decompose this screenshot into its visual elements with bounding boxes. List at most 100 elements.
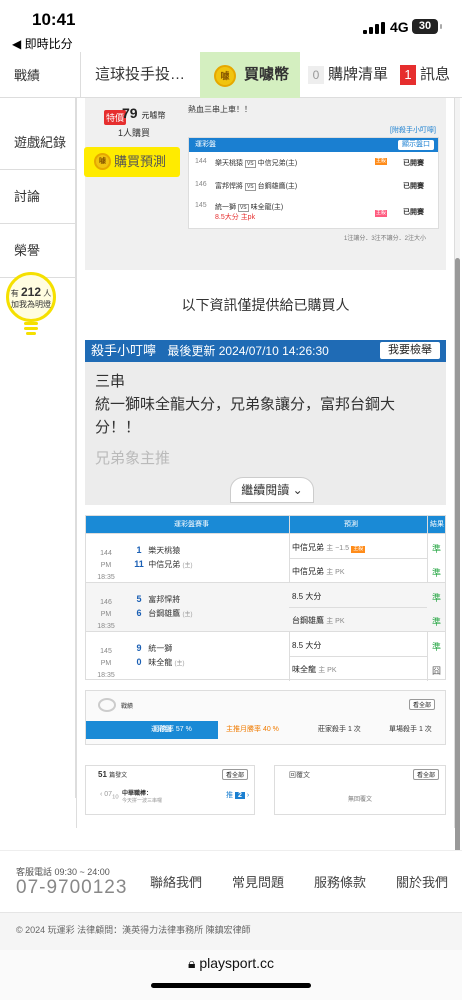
divider xyxy=(289,656,427,657)
team-name: 統一獅 xyxy=(148,644,173,653)
buyer-count: 1人購買 xyxy=(118,128,151,138)
home-month-win-rate: 主推月勝率 40 % xyxy=(226,726,279,733)
footer-link-faq[interactable]: 常見問題 xyxy=(232,872,284,891)
updated-label: 最後更新 xyxy=(167,344,216,358)
home-tag: (主) xyxy=(182,612,193,618)
prediction-line: 主 −1.5 xyxy=(326,545,349,552)
tab-pitcher[interactable]: 這球投手投… xyxy=(80,52,200,98)
post-day: 10 xyxy=(112,794,119,801)
record-view-all-button[interactable]: 看全部 xyxy=(408,699,435,710)
report-button[interactable]: 我要檢舉 xyxy=(380,342,440,359)
back-to-app-link[interactable]: ◀ 即時比分 xyxy=(12,35,73,52)
tab-messages[interactable]: 1 訊息 xyxy=(392,52,462,98)
team-name: 台鋼雄鷹 xyxy=(148,609,181,618)
away-team: 富邦悍將 xyxy=(215,183,243,190)
price-value: 79 xyxy=(122,105,138,121)
game-no: 144 xyxy=(195,158,207,165)
site-url: playsport.cc xyxy=(199,955,275,971)
prediction: 8.5 大分 xyxy=(292,640,321,651)
coin-icon: 噱 xyxy=(94,153,111,170)
buy-prediction-button[interactable]: 噱 購買預測 xyxy=(84,147,180,177)
record-stats-bar: 運彩盤 月勝率 57 % 主推月勝率 40 % 莊家殺手 1 次 單場殺手 1 … xyxy=(86,721,445,739)
home-indicator[interactable] xyxy=(151,983,311,988)
footer-link-contact[interactable]: 聯絡我們 xyxy=(150,872,202,891)
away-team: 1 樂天桃猿 xyxy=(132,545,180,556)
table-row: 144 PM 18:35 1 樂天桃猿 11 中信兄弟 (主) 中信兄弟 主 −1… xyxy=(86,533,445,582)
prediction-pick: 8.5 大分 xyxy=(292,592,322,601)
buyers-only-notice: 以下資訊僅提供給已購買人 xyxy=(181,297,350,313)
sidebar-item-discussion[interactable]: 討論 xyxy=(0,170,76,224)
scrollbar-thumb[interactable] xyxy=(455,258,460,918)
result: 囧 xyxy=(432,666,442,676)
push-label: 推 xyxy=(226,792,233,799)
coin-icon: 噱 xyxy=(214,65,236,87)
post-title[interactable]: 中華職棒： xyxy=(122,788,152,797)
footer-link-about[interactable]: 關於我們 xyxy=(396,872,448,891)
game-no-time: 146 PM 18:35 xyxy=(94,597,118,633)
push-value: 2 xyxy=(235,792,245,799)
signal-icon xyxy=(363,22,385,34)
sidebar-item-record[interactable]: 戰績 xyxy=(0,69,76,98)
replies-view-all-button[interactable]: 看全部 xyxy=(412,769,439,780)
footer-link-terms[interactable]: 服務條款 xyxy=(314,872,366,891)
away-team: 樂天桃猿 xyxy=(215,160,243,167)
home-tag: (主) xyxy=(174,661,185,667)
header-match: 運彩盤賽事 xyxy=(174,521,209,528)
battery-icon: 30 xyxy=(412,19,442,34)
game-time: PM 18:35 xyxy=(97,611,115,630)
game-status: 已開賽 xyxy=(403,183,424,190)
result: 準 xyxy=(432,642,442,652)
prediction-line: 主 PK xyxy=(326,618,345,625)
tab-buy-coins[interactable]: 噱 買噱幣 xyxy=(200,52,300,98)
tips-link[interactable]: [附殺手小叮嚀] xyxy=(390,125,436,135)
posts-view-all-button[interactable]: 看全部 xyxy=(221,769,248,780)
tip-line: 三串 xyxy=(95,373,126,390)
record-panel: 戰績 看全部 運彩盤 月勝率 57 % 主推月勝率 40 % 莊家殺手 1 次 … xyxy=(85,690,446,745)
divider xyxy=(289,558,427,559)
prediction-note: 熱血三串上車！！ xyxy=(188,105,252,114)
follow-bulb-button[interactable]: 有 212 人 加我為明燈 xyxy=(6,272,56,322)
prediction: 中信兄弟 主 −1.5 主殺 xyxy=(292,542,366,553)
home-team: 台鋼雄鷹(主) xyxy=(257,183,298,190)
home-kill-badge: 主殺 xyxy=(375,210,387,217)
sidebar-item-honor[interactable]: 榮譽 xyxy=(0,224,76,278)
prediction-pick: 中信兄弟 xyxy=(292,567,324,576)
prediction: 台鋼雄鷹 主 PK xyxy=(292,615,345,626)
house-killer-count: 莊家殺手 1 次 xyxy=(318,726,361,733)
month-win-rate: 月勝率 57 % xyxy=(152,726,192,733)
tab-purchase-list[interactable]: 0 購牌清單 xyxy=(300,52,392,98)
read-more-button[interactable]: 繼續閱讀 ⌄ xyxy=(230,477,314,503)
home-team: 0 味全龍 (主) xyxy=(132,657,184,668)
result: 準 xyxy=(432,593,442,603)
purchase-table: 運彩盤 顯示盤口 144 樂天桃猿 VS 中信兄弟(主) 主殺 已開賽 146 … xyxy=(188,137,439,229)
team-no: 11 xyxy=(134,559,144,569)
bulb-prefix: 有 xyxy=(10,289,19,298)
bulb-icon xyxy=(24,320,38,338)
game-status: 已開賽 xyxy=(403,160,424,167)
message-count-badge: 1 xyxy=(400,65,416,86)
show-odds-button[interactable]: 顯示盤口 xyxy=(398,140,434,150)
address-bar[interactable]: 🔒︎ playsport.cc xyxy=(0,950,462,1000)
post-summary: 今天拼一波三串囉 xyxy=(122,798,163,804)
no-replies-text: 無回覆文 xyxy=(347,797,372,803)
prediction-line: 主 PK xyxy=(318,667,337,674)
team-name: 樂天桃猿 xyxy=(148,546,181,555)
scrollbar[interactable] xyxy=(455,98,460,918)
divider xyxy=(76,98,77,828)
record-tab-sports-lottery[interactable]: 運彩盤 月勝率 57 % xyxy=(86,721,218,739)
clock: 10:41 xyxy=(32,10,76,29)
killer-tips-title: 殺手小叮嚀 xyxy=(91,343,157,358)
home-team: 11 中信兄弟 (主) xyxy=(132,559,192,570)
home-tag: (主) xyxy=(182,563,193,569)
team-name: 味全龍 xyxy=(148,658,173,667)
single-killer-count: 單場殺手 1 次 xyxy=(389,726,432,733)
support-phone[interactable]: 07-9700123 xyxy=(16,877,127,899)
sidebar-item-game-log[interactable]: 遊戲紀錄 xyxy=(0,116,76,170)
price: 79 元噱幣 xyxy=(122,105,165,121)
network-label: 4G xyxy=(390,19,409,35)
push-count: 推2 › xyxy=(226,792,250,799)
result: 準 xyxy=(432,568,442,578)
prediction-pick: 台鋼雄鷹 xyxy=(292,616,324,625)
table-row: 146 PM 18:35 5 富邦悍將 6 台鋼雄鷹 (主) 8.5 大分 準 台… xyxy=(86,582,445,631)
prediction: 中信兄弟 主 PK xyxy=(292,566,345,577)
